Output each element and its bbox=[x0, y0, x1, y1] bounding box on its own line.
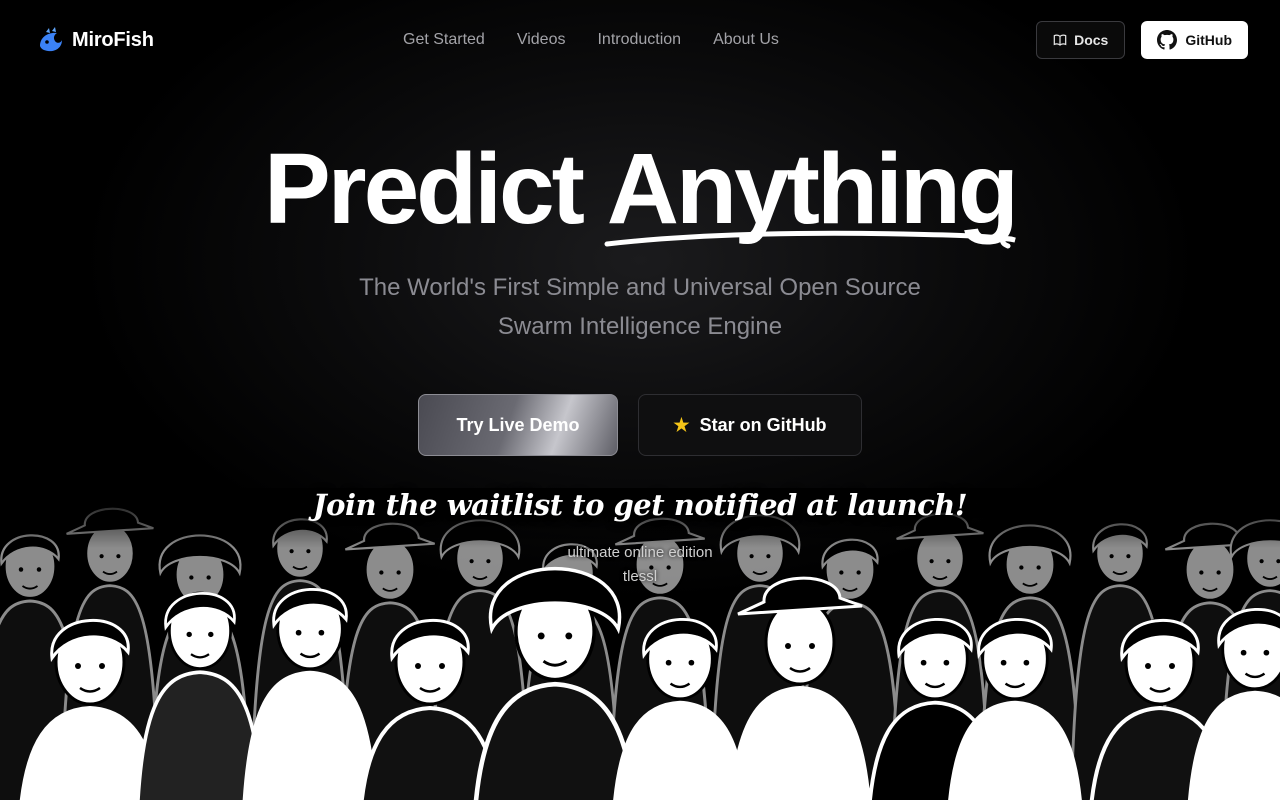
brand-name: MiroFish bbox=[72, 28, 154, 51]
github-button[interactable]: GitHub bbox=[1141, 21, 1248, 59]
nav-link-introduction[interactable]: Introduction bbox=[597, 31, 681, 49]
book-icon bbox=[1053, 34, 1067, 46]
github-icon bbox=[1157, 30, 1178, 50]
github-label: GitHub bbox=[1185, 32, 1232, 48]
docs-button[interactable]: Docs bbox=[1036, 21, 1126, 59]
nav-links: Get Started Videos Introduction About Us bbox=[403, 0, 779, 80]
waitlist-heading: Join the waitlist to get notified at lau… bbox=[312, 488, 968, 522]
hero-title: Predict Anything bbox=[0, 133, 1280, 249]
hero-subtitle-line1: The World's First Simple and Universal O… bbox=[359, 274, 921, 301]
hand-drawn-underline bbox=[604, 230, 1016, 249]
star-on-github-label: Star on GitHub bbox=[699, 414, 827, 435]
try-live-demo-button[interactable]: Try Live Demo bbox=[418, 394, 618, 456]
nav-actions: Docs GitHub bbox=[1036, 21, 1248, 59]
waitlist-sub-line2: tlessl bbox=[622, 568, 658, 585]
waitlist-sub-line1: ultimate online edition bbox=[567, 544, 713, 561]
nav-link-videos[interactable]: Videos bbox=[517, 31, 566, 49]
hero-title-anything-wrap: Anything bbox=[604, 134, 1019, 249]
top-navbar: MiroFish Get Started Videos Introduction… bbox=[0, 0, 1280, 80]
brand-link[interactable]: MiroFish bbox=[36, 26, 154, 54]
docs-label: Docs bbox=[1074, 32, 1109, 48]
hero-title-predict: Predict bbox=[263, 133, 585, 245]
star-icon: ★ bbox=[673, 414, 690, 435]
landing-page: MiroFish Get Started Videos Introduction… bbox=[0, 0, 1280, 800]
hero-subtitle: The World's First Simple and Universal O… bbox=[290, 268, 990, 346]
nav-link-about-us[interactable]: About Us bbox=[713, 31, 779, 49]
star-on-github-button[interactable]: ★ Star on GitHub bbox=[638, 394, 862, 456]
nav-link-get-started[interactable]: Get Started bbox=[403, 31, 485, 49]
waitlist-subtext: ultimate online edition tlessl bbox=[0, 541, 1280, 589]
cta-buttons: Try Live Demo ★ Star on GitHub bbox=[418, 394, 862, 456]
fish-logo-icon bbox=[40, 27, 62, 52]
hero-subtitle-line2: Swarm Intelligence Engine bbox=[497, 313, 783, 340]
